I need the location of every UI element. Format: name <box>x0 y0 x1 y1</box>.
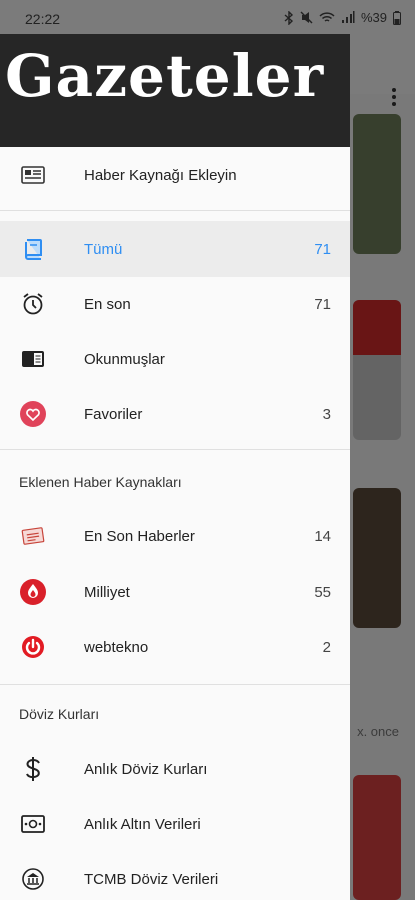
currency-label: Anlık Döviz Kurları <box>84 760 208 778</box>
drawer-header: Gazeteler <box>0 34 350 147</box>
source-label: webtekno <box>84 638 149 656</box>
navigation-drawer: Gazeteler Haber Kaynağı Ekleyin Tümü 71 … <box>0 34 350 900</box>
wifi-icon <box>319 12 335 22</box>
book-icon <box>20 236 46 262</box>
bank-icon <box>20 866 46 892</box>
signal-icon <box>341 11 355 23</box>
mute-icon <box>300 11 313 24</box>
currency-section-title: Döviz Kurları <box>19 706 100 722</box>
source-label: En Son Haberler <box>84 527 195 545</box>
filter-item-read[interactable]: Okunmuşlar <box>0 331 350 387</box>
filter-label: Favoriler <box>84 405 143 423</box>
battery-icon <box>393 10 401 25</box>
webtekno-logo <box>20 634 46 660</box>
read-book-icon <box>20 346 46 372</box>
status-time: 22:22 <box>25 11 61 27</box>
filter-count: 71 <box>314 295 331 313</box>
source-label: Milliyet <box>84 583 130 601</box>
currency-item-gold[interactable]: Anlık Altın Verileri <box>0 796 350 852</box>
banknote-icon <box>20 811 46 837</box>
divider <box>0 449 350 450</box>
milliyet-logo <box>20 579 46 605</box>
filter-label: Okunmuşlar <box>84 350 165 368</box>
dollar-icon <box>20 756 46 782</box>
heart-icon <box>20 401 46 427</box>
filter-item-favorites[interactable]: Favoriler 3 <box>0 386 350 442</box>
source-count: 55 <box>314 583 331 601</box>
filter-item-latest[interactable]: En son 71 <box>0 276 350 332</box>
en-son-haberler-logo <box>20 523 46 549</box>
filter-label: Tümü <box>84 240 123 258</box>
currency-label: TCMB Döviz Verileri <box>84 870 219 888</box>
filter-label: En son <box>84 295 131 313</box>
sources-section-title: Eklenen Haber Kaynakları <box>19 474 182 490</box>
filter-count: 71 <box>314 240 331 258</box>
bluetooth-icon <box>284 10 293 25</box>
currency-item-rates[interactable]: Anlık Döviz Kurları <box>0 741 350 797</box>
battery-percent: %39 <box>360 10 387 25</box>
status-bar: 22:22 %39 <box>0 0 415 34</box>
newspaper-icon <box>20 162 46 188</box>
source-count: 14 <box>314 527 331 545</box>
divider <box>0 210 350 211</box>
divider <box>0 684 350 685</box>
app-title: Gazeteler <box>5 42 325 110</box>
add-source-item[interactable]: Haber Kaynağı Ekleyin <box>0 147 350 203</box>
source-item-webtekno[interactable]: webtekno 2 <box>0 619 350 675</box>
status-icons: %39 <box>284 10 401 25</box>
currency-item-tcmb[interactable]: TCMB Döviz Verileri <box>0 851 350 900</box>
filter-item-all[interactable]: Tümü 71 <box>0 221 350 277</box>
source-count: 2 <box>322 638 331 656</box>
alarm-clock-icon <box>20 291 46 317</box>
filter-count: 3 <box>322 405 331 423</box>
add-source-label: Haber Kaynağı Ekleyin <box>84 166 237 184</box>
source-item-milliyet[interactable]: Milliyet 55 <box>0 564 350 620</box>
source-item-en-son-haberler[interactable]: En Son Haberler 14 <box>0 508 350 564</box>
currency-label: Anlık Altın Verileri <box>84 815 201 833</box>
